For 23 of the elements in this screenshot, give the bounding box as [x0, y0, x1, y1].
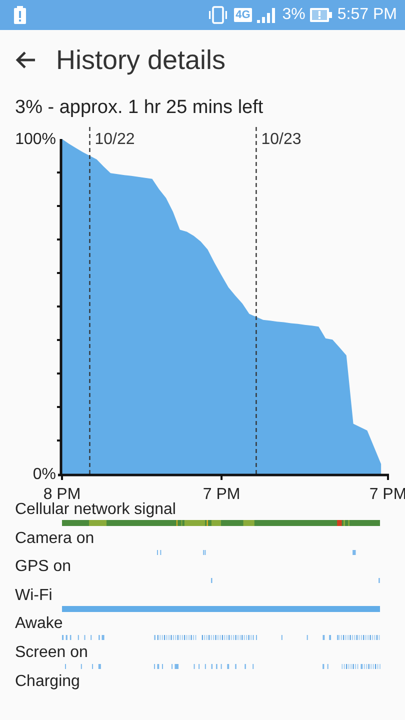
track-label: Awake [15, 614, 63, 634]
y-tick-label: 0% [32, 466, 56, 483]
date-label: 10/22 [94, 131, 135, 148]
track-label: Cellular network signal [15, 500, 176, 519]
track-label: Screen on [15, 642, 88, 662]
battery-percent: 3% [282, 6, 306, 24]
date-label: 10/23 [261, 131, 302, 148]
page-title: History details [56, 44, 226, 76]
track-label: GPS on [15, 557, 72, 576]
track-label: Charging [15, 672, 80, 691]
network-type-badge: 4G [234, 8, 252, 22]
track-label: Camera on [15, 528, 94, 548]
clock: 5:57 PM [337, 6, 397, 24]
y-tick-label: 100% [15, 131, 56, 148]
track-label: Wi-Fi [15, 586, 52, 605]
signal-icon [257, 7, 278, 23]
battery-alert-icon [310, 8, 332, 22]
battery-summary: 3% - approx. 1 hr 25 mins left [14, 96, 264, 120]
battery-alert-icon [14, 6, 26, 24]
x-tick-label: 8 PM [43, 486, 81, 503]
x-tick-label: 7 PM [369, 486, 405, 503]
x-tick-label: 7 PM [202, 486, 240, 503]
vibrate-icon [206, 6, 229, 24]
